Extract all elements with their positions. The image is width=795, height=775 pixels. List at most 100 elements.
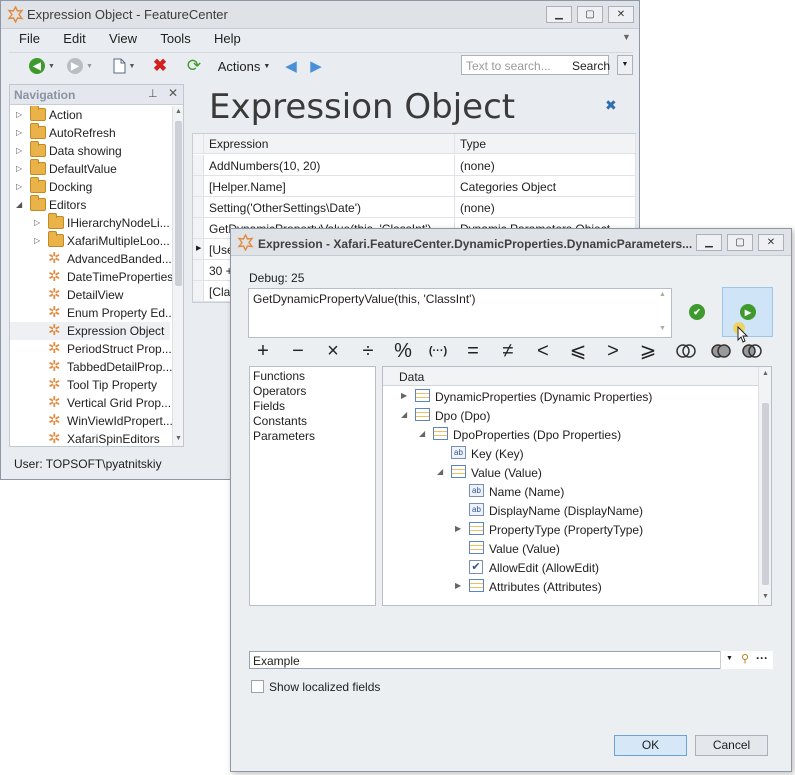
cancel-button[interactable]: Cancel bbox=[695, 735, 768, 756]
menu-help[interactable]: Help bbox=[204, 30, 251, 49]
category-item-constants[interactable]: Constants bbox=[253, 414, 373, 428]
nav-item[interactable]: ✲ TabbedDetailProp... bbox=[10, 358, 172, 376]
grid-cell-type[interactable]: (none) bbox=[455, 197, 636, 218]
magnifier-icon[interactable]: ⚲ bbox=[741, 652, 749, 665]
next-object-button[interactable]: ▶ bbox=[307, 56, 325, 76]
minimize-button[interactable]: ▁ bbox=[546, 6, 572, 23]
example-dropdown-icon[interactable]: ▼ bbox=[726, 655, 733, 662]
row-indicator[interactable] bbox=[193, 155, 204, 176]
menu-file[interactable]: File bbox=[9, 30, 50, 49]
nav-item[interactable]: ✲ PeriodStruct Prop... bbox=[10, 340, 172, 358]
operator-minus-button[interactable]: − bbox=[283, 339, 313, 363]
operator-plus-button[interactable]: + bbox=[248, 339, 278, 363]
nav-item[interactable]: ▷ Docking bbox=[10, 177, 170, 196]
ok-button[interactable]: OK bbox=[614, 735, 687, 756]
grid-cell-expression[interactable]: Setting('OtherSettings\Date') bbox=[204, 197, 455, 218]
row-indicator[interactable] bbox=[193, 176, 204, 197]
nav-item[interactable]: ▷ DefaultValue bbox=[10, 159, 170, 178]
expand-arrow-icon[interactable]: ▷ bbox=[16, 128, 22, 137]
row-indicator[interactable] bbox=[193, 218, 204, 239]
run-button[interactable]: ▶ bbox=[722, 287, 773, 343]
nav-item[interactable]: ✲ XafariSpinEditors bbox=[10, 430, 170, 447]
dialog-close-button[interactable]: ✕ bbox=[758, 234, 784, 251]
operator-divide-button[interactable]: ÷ bbox=[353, 339, 383, 363]
forward-button[interactable]: ▶ ▼ bbox=[65, 56, 95, 76]
data-tree-node[interactable]: ◢ Value (Value) bbox=[383, 463, 758, 482]
row-indicator[interactable]: ▶ bbox=[193, 239, 204, 260]
expand-arrow-icon[interactable]: ▷ bbox=[34, 218, 40, 227]
category-item-fields[interactable]: Fields bbox=[253, 399, 373, 413]
operator-greater-than-button[interactable]: > bbox=[598, 339, 628, 363]
scroll-up-icon[interactable]: ▲ bbox=[659, 291, 666, 298]
previous-object-button[interactable]: ◀ bbox=[282, 56, 300, 76]
actions-button[interactable]: Actions ▼ bbox=[216, 56, 272, 76]
operator-modulo-button[interactable]: % bbox=[388, 339, 418, 363]
menu-overflow-icon[interactable]: ▼ bbox=[622, 32, 631, 42]
operator-less-than-button[interactable]: < bbox=[528, 339, 558, 363]
data-tree-node[interactable]: ▶ Attributes (Attributes) bbox=[383, 577, 758, 596]
grid-cell-type[interactable]: Categories Object bbox=[455, 176, 636, 197]
search-input[interactable]: Text to search... Search bbox=[461, 55, 610, 75]
operator-less-or-equal-button[interactable]: ⩽ bbox=[563, 339, 593, 363]
maximize-button[interactable]: ▢ bbox=[577, 6, 603, 23]
except-icon[interactable] bbox=[742, 344, 762, 358]
row-indicator[interactable] bbox=[193, 197, 204, 218]
nav-item[interactable]: ▷ Action bbox=[10, 106, 170, 124]
nav-item[interactable]: ▷ AutoRefresh bbox=[10, 123, 170, 142]
expand-arrow-icon[interactable]: ▶ bbox=[455, 581, 461, 590]
collapse-arrow-icon[interactable]: ◢ bbox=[16, 200, 22, 209]
nav-item[interactable]: ▷ IHierarchyNodeLi... bbox=[10, 213, 170, 232]
nav-item[interactable]: ◢ Editors bbox=[10, 195, 170, 214]
row-indicator[interactable] bbox=[193, 260, 204, 281]
back-button[interactable]: ◀ ▼ bbox=[27, 56, 57, 76]
grid-cell-expression[interactable]: AddNumbers(10, 20) bbox=[204, 155, 455, 176]
column-header-expression[interactable]: Expression bbox=[204, 134, 455, 154]
category-item-parameters[interactable]: Parameters bbox=[253, 429, 373, 443]
scroll-down-icon[interactable]: ▼ bbox=[659, 325, 666, 332]
data-tree-node[interactable]: ▶ PropertyType (PropertyType) bbox=[383, 520, 758, 539]
close-button[interactable]: ✕ bbox=[608, 6, 634, 23]
dialog-maximize-button[interactable]: ▢ bbox=[727, 234, 753, 251]
navigation-scrollbar[interactable]: ▲ ▼ bbox=[172, 106, 183, 446]
intersect-icon[interactable] bbox=[676, 344, 696, 358]
nav-item[interactable]: ✲ DetailView bbox=[10, 286, 170, 304]
nav-item[interactable]: ✲ Tool Tip Property bbox=[10, 376, 170, 394]
expand-arrow-icon[interactable]: ▷ bbox=[34, 236, 40, 245]
operator-greater-or-equal-button[interactable]: ⩾ bbox=[633, 339, 663, 363]
nav-item[interactable]: ✲ DateTimeProperties bbox=[10, 268, 172, 286]
data-tree-scroll-thumb[interactable] bbox=[762, 403, 769, 585]
collapse-arrow-icon[interactable]: ◢ bbox=[401, 410, 407, 419]
expand-arrow-icon[interactable]: ▷ bbox=[16, 182, 22, 191]
new-button[interactable]: ▼ bbox=[109, 56, 139, 76]
search-options-button[interactable]: ▼ bbox=[617, 55, 633, 75]
scroll-down-icon[interactable]: ▼ bbox=[762, 593, 769, 600]
menu-view[interactable]: View bbox=[99, 30, 147, 49]
operator-not-equals-button[interactable]: ≠ bbox=[493, 339, 523, 363]
data-tree-node[interactable]: ◢ Dpo (Dpo) bbox=[383, 406, 758, 425]
data-tree-node[interactable]: ◢ DpoProperties (Dpo Properties) bbox=[383, 425, 758, 444]
scroll-up-icon[interactable]: ▲ bbox=[762, 370, 769, 377]
collapse-arrow-icon[interactable]: ◢ bbox=[437, 467, 443, 476]
show-localized-checkbox[interactable] bbox=[251, 680, 264, 693]
grid-cell-expression[interactable]: [Helper.Name] bbox=[204, 176, 455, 197]
column-header-type[interactable]: Type bbox=[455, 134, 636, 154]
expand-arrow-icon[interactable]: ▷ bbox=[16, 146, 22, 155]
expand-arrow-icon[interactable]: ▷ bbox=[16, 164, 22, 173]
union-icon[interactable] bbox=[711, 344, 731, 358]
dialog-minimize-button[interactable]: ▁ bbox=[696, 234, 722, 251]
refresh-button[interactable]: ⟳ bbox=[184, 56, 204, 76]
nav-item[interactable]: ✲ Enum Property Ed... bbox=[10, 304, 172, 322]
pin-icon[interactable]: ⊥ bbox=[148, 87, 158, 100]
data-tree-scrollbar[interactable]: ▲ ▼ bbox=[758, 367, 771, 605]
menu-tools[interactable]: Tools bbox=[150, 30, 200, 49]
category-item-functions[interactable]: Functions bbox=[253, 369, 373, 383]
collapse-arrow-icon[interactable]: ◢ bbox=[419, 429, 425, 438]
operator-equals-button[interactable]: = bbox=[458, 339, 488, 363]
expression-scrollbar[interactable]: ▲ ▼ bbox=[655, 289, 671, 337]
nav-item[interactable]: ✲ Vertical Grid Prop... bbox=[10, 394, 171, 412]
data-tree-node[interactable]: ab DisplayName (DisplayName) bbox=[383, 501, 758, 520]
navigation-scroll-thumb[interactable] bbox=[175, 121, 182, 286]
ellipsis-icon[interactable]: ··· bbox=[756, 651, 768, 665]
menu-edit[interactable]: Edit bbox=[53, 30, 95, 49]
expression-editor[interactable]: GetDynamicPropertyValue(this, 'ClassInt'… bbox=[248, 288, 672, 338]
